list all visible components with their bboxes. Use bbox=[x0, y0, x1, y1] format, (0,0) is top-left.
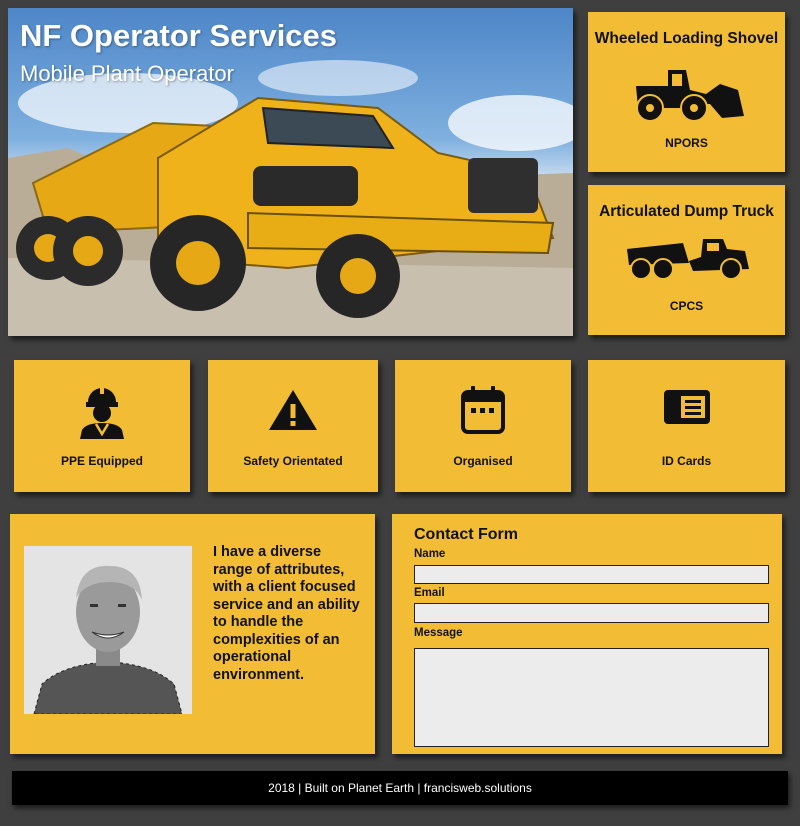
about-card: I have a diverse range of attributes, wi… bbox=[10, 514, 375, 754]
feature-card-safety: Safety Orientated bbox=[208, 360, 378, 492]
footer: 2018 | Built on Planet Earth | franciswe… bbox=[12, 771, 788, 805]
wheel-loader-icon bbox=[635, 70, 744, 122]
message-label: Message bbox=[414, 627, 463, 639]
about-text: I have a diverse range of attributes, wi… bbox=[213, 544, 360, 683]
hero-banner: NF Operator Services Mobile Plant Operat… bbox=[8, 8, 573, 336]
feature-card-id-cards: ID Cards bbox=[588, 360, 785, 492]
name-input[interactable] bbox=[414, 565, 769, 584]
feature-label: ID Cards bbox=[661, 454, 712, 468]
service-title: Articulated Dump Truck bbox=[599, 203, 774, 220]
site-title: NF Operator Services bbox=[20, 18, 338, 53]
profile-photo bbox=[24, 546, 192, 714]
feature-label: Safety Orientated bbox=[243, 454, 343, 468]
site-subtitle: Mobile Plant Operator bbox=[20, 61, 234, 86]
feature-label: PPE Equipped bbox=[60, 454, 143, 468]
hard-hat-worker-icon bbox=[80, 388, 124, 439]
footer-text: 2018 | Built on Planet Earth | franciswe… bbox=[268, 781, 532, 795]
feature-label: Organised bbox=[453, 454, 513, 468]
service-title: Wheeled Loading Shovel bbox=[594, 30, 779, 47]
contact-form-title: Contact Form bbox=[414, 526, 518, 543]
feature-card-organised: Organised bbox=[395, 360, 571, 492]
message-textarea[interactable] bbox=[414, 648, 769, 747]
service-cert: CPCS bbox=[669, 299, 704, 313]
dump-truck-icon bbox=[626, 239, 749, 280]
email-input[interactable] bbox=[414, 603, 769, 623]
dump-truck-photo bbox=[8, 60, 573, 336]
contact-form-card: Contact Form Name Email Message bbox=[392, 514, 782, 754]
service-card-dump-truck[interactable]: Articulated Dump Truck CPCS bbox=[588, 185, 785, 335]
service-cert: NPORS bbox=[665, 136, 708, 150]
service-card-loading-shovel[interactable]: Wheeled Loading Shovel NPORS bbox=[588, 12, 785, 172]
feature-card-ppe: PPE Equipped bbox=[14, 360, 190, 492]
email-label: Email bbox=[414, 587, 445, 599]
portrait-image bbox=[24, 546, 192, 714]
warning-triangle-icon bbox=[269, 390, 317, 430]
name-label: Name bbox=[414, 548, 446, 560]
calendar-icon bbox=[461, 386, 505, 434]
id-card-icon bbox=[663, 390, 710, 424]
